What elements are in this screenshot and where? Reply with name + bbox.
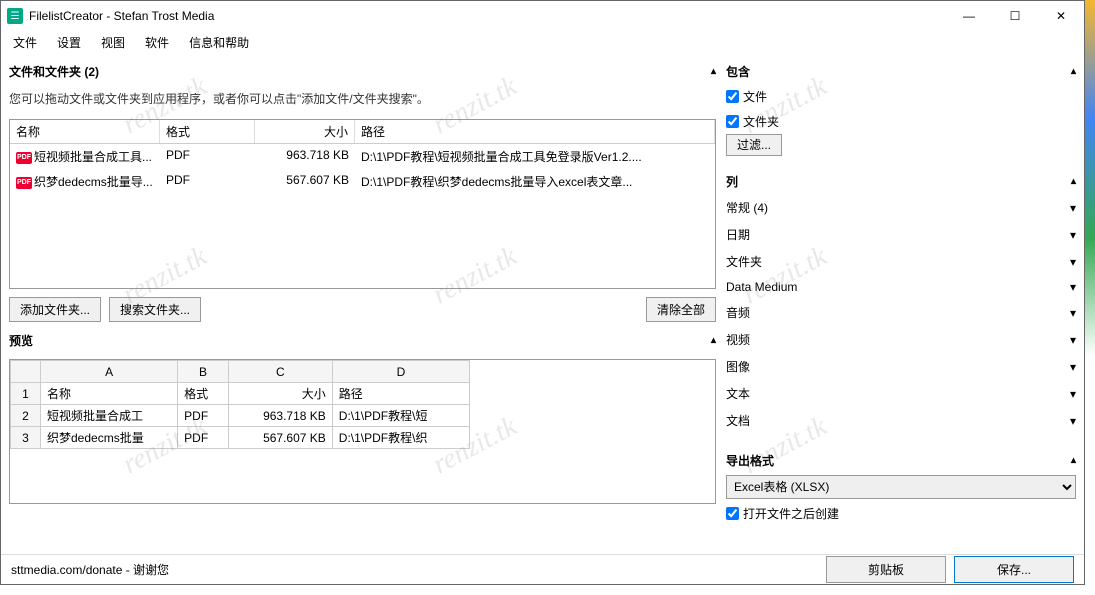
chevron-down-icon (1070, 255, 1076, 269)
chevron-down-icon (1070, 306, 1076, 320)
collapse-icon: ▴ (1071, 176, 1076, 187)
window-title: FilelistCreator - Stefan Trost Media (29, 9, 946, 23)
minimize-button[interactable]: — (946, 1, 992, 31)
clipboard-button[interactable]: 剪贴板 (826, 556, 946, 583)
donate-text: sttmedia.com/donate - 谢谢您 (11, 561, 169, 578)
column-category[interactable]: 文件夹 (726, 250, 1076, 273)
close-button[interactable]: ✕ (1038, 1, 1084, 31)
export-format-select[interactable]: Excel表格 (XLSX) (726, 475, 1076, 499)
collapse-icon: ▴ (1071, 66, 1076, 77)
menubar: 文件 设置 视图 软件 信息和帮助 (1, 31, 1084, 53)
collapse-icon: ▴ (711, 66, 716, 77)
columns-section-header[interactable]: 列 ▴ (726, 171, 1076, 192)
col-d[interactable]: D (332, 361, 469, 383)
column-category[interactable]: 视频 (726, 328, 1076, 351)
include-file-checkbox[interactable]: 文件 (726, 86, 1076, 107)
include-section-header[interactable]: 包含 ▴ (726, 61, 1076, 82)
column-category[interactable]: 常规 (4) (726, 196, 1076, 219)
preview-section-header[interactable]: 预览 ▴ (9, 330, 716, 351)
col-header-path[interactable]: 路径 (355, 120, 715, 143)
preview-grid: A B C D 1 名称 格式 大小 路径 2 短视频批量合成工 (9, 359, 716, 504)
app-icon (7, 8, 23, 24)
table-row[interactable]: 1 名称 格式 大小 路径 (11, 383, 470, 405)
pdf-icon (16, 177, 32, 189)
search-folder-button[interactable]: 搜索文件夹... (109, 297, 201, 322)
table-row[interactable]: 3 织梦dedecms批量 PDF 567.607 KB D:\1\PDF教程\… (11, 427, 470, 449)
column-category[interactable]: 音频 (726, 301, 1076, 324)
menu-view[interactable]: 视图 (93, 32, 133, 53)
column-category[interactable]: Data Medium (726, 277, 1076, 297)
chevron-down-icon (1070, 360, 1076, 374)
file-list: 名称 格式 大小 路径 短视频批量合成工具... PDF 963.718 KB … (9, 119, 716, 289)
columns-title: 列 (726, 173, 738, 190)
chevron-down-icon (1070, 280, 1076, 294)
file-row[interactable]: 织梦dedecms批量导... PDF 567.607 KB D:\1\PDF教… (10, 169, 715, 194)
files-section-title: 文件和文件夹 (2) (9, 63, 99, 80)
col-header-name[interactable]: 名称 (10, 120, 160, 143)
column-category[interactable]: 文本 (726, 382, 1076, 405)
collapse-icon: ▴ (711, 335, 716, 346)
titlebar: FilelistCreator - Stefan Trost Media — ☐… (1, 1, 1084, 31)
menu-software[interactable]: 软件 (137, 32, 177, 53)
clear-all-button[interactable]: 清除全部 (646, 297, 716, 322)
menu-settings[interactable]: 设置 (49, 32, 89, 53)
col-header-format[interactable]: 格式 (160, 120, 255, 143)
table-row[interactable]: 2 短视频批量合成工 PDF 963.718 KB D:\1\PDF教程\短 (11, 405, 470, 427)
filter-button[interactable]: 过滤... (726, 134, 782, 156)
col-c[interactable]: C (228, 361, 332, 383)
export-section-header[interactable]: 导出格式 ▴ (726, 450, 1076, 471)
col-a[interactable]: A (41, 361, 178, 383)
include-folder-checkbox[interactable]: 文件夹 (726, 111, 1076, 132)
collapse-icon: ▴ (1071, 455, 1076, 466)
export-title: 导出格式 (726, 452, 774, 469)
column-category[interactable]: 日期 (726, 223, 1076, 246)
include-title: 包含 (726, 63, 750, 80)
save-button[interactable]: 保存... (954, 556, 1074, 583)
files-section-header[interactable]: 文件和文件夹 (2) ▴ (9, 61, 716, 82)
col-header-size[interactable]: 大小 (255, 120, 355, 143)
chevron-down-icon (1070, 201, 1076, 215)
chevron-down-icon (1070, 333, 1076, 347)
column-category[interactable]: 图像 (726, 355, 1076, 378)
browser-sidebar (1085, 0, 1095, 595)
menu-file[interactable]: 文件 (5, 32, 45, 53)
files-hint: 您可以拖动文件或文件夹到应用程序，或者你可以点击"添加文件/文件夹搜索"。 (9, 90, 716, 107)
chevron-down-icon (1070, 387, 1076, 401)
menu-help[interactable]: 信息和帮助 (181, 32, 257, 53)
preview-title: 预览 (9, 332, 33, 349)
chevron-down-icon (1070, 414, 1076, 428)
open-after-checkbox[interactable]: 打开文件之后创建 (726, 503, 1076, 524)
footer: sttmedia.com/donate - 谢谢您 剪贴板 保存... (1, 554, 1084, 584)
chevron-down-icon (1070, 228, 1076, 242)
pdf-icon (16, 152, 32, 164)
file-row[interactable]: 短视频批量合成工具... PDF 963.718 KB D:\1\PDF教程\短… (10, 144, 715, 169)
maximize-button[interactable]: ☐ (992, 1, 1038, 31)
col-b[interactable]: B (178, 361, 229, 383)
add-folder-button[interactable]: 添加文件夹... (9, 297, 101, 322)
column-category[interactable]: 文档 (726, 409, 1076, 432)
